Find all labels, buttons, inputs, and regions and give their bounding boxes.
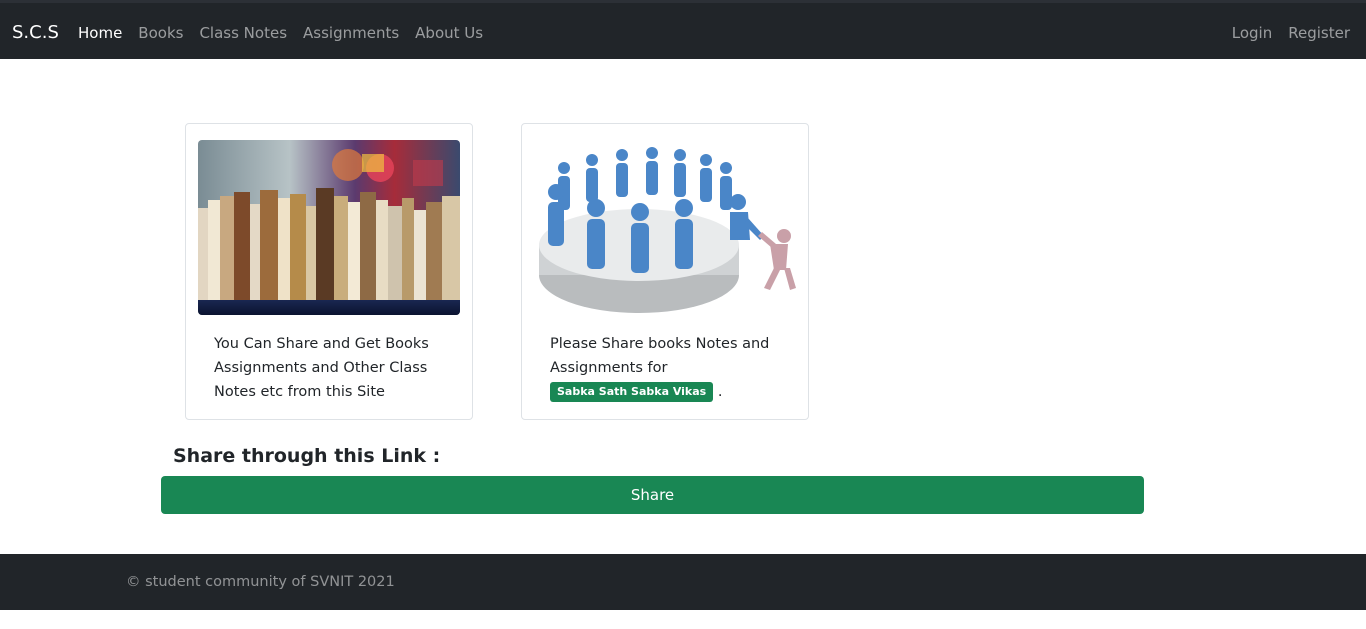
nav-register[interactable]: Register bbox=[1288, 24, 1350, 42]
card-share-books: You Can Share and Get Books Assignments … bbox=[185, 123, 473, 420]
card-community-suffix: . bbox=[717, 384, 723, 400]
nav-home[interactable]: Home bbox=[78, 24, 122, 42]
footer: © student community of SVNIT 2021 bbox=[0, 554, 1366, 610]
top-navbar: S.C.S Home Books Class Notes Assignments… bbox=[0, 0, 1366, 59]
footer-copyright: © student community of SVNIT 2021 bbox=[126, 574, 395, 590]
community-illustration bbox=[534, 140, 796, 315]
nav-class-notes[interactable]: Class Notes bbox=[199, 24, 287, 42]
nav-right-group: Login Register bbox=[1232, 24, 1350, 42]
card-books-text: You Can Share and Get Books Assignments … bbox=[214, 336, 429, 400]
nav-about-us[interactable]: About Us bbox=[415, 24, 483, 42]
nav-books[interactable]: Books bbox=[138, 24, 183, 42]
nav-login[interactable]: Login bbox=[1232, 24, 1272, 42]
nav-assignments[interactable]: Assignments bbox=[303, 24, 399, 42]
nav-left-group: Home Books Class Notes Assignments About… bbox=[78, 24, 483, 42]
brand-link[interactable]: S.C.S bbox=[12, 22, 59, 43]
books-on-shelf-image bbox=[198, 140, 460, 315]
share-heading: Share through this Link : bbox=[173, 445, 441, 467]
slogan-badge: Sabka Sath Sabka Vikas bbox=[550, 382, 714, 402]
card-community-text: Please Share books Notes and Assignments… bbox=[550, 332, 790, 404]
card-community: Please Share books Notes and Assignments… bbox=[521, 123, 809, 420]
card-community-message: Please Share books Notes and Assignments… bbox=[550, 336, 770, 376]
share-button[interactable]: Share bbox=[161, 476, 1144, 514]
